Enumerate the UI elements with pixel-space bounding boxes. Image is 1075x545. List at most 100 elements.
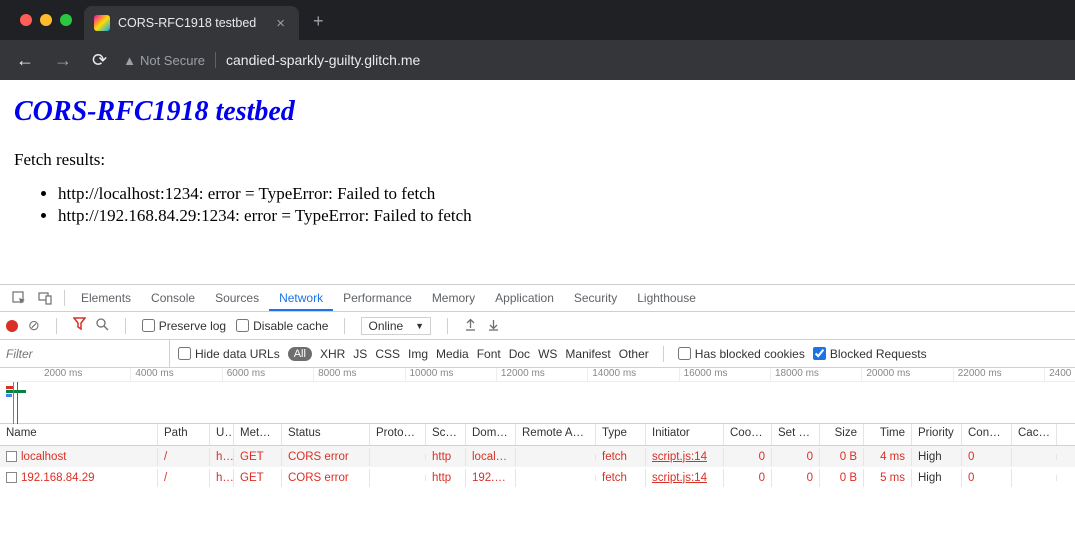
filter-icon[interactable]: [73, 317, 86, 334]
col-remote[interactable]: Remote Ad…: [516, 424, 596, 445]
tab-lighthouse[interactable]: Lighthouse: [627, 285, 706, 311]
col-status[interactable]: Status: [282, 424, 370, 445]
tab-console[interactable]: Console: [141, 285, 205, 311]
col-method[interactable]: Meth…: [234, 424, 282, 445]
timeline-tick: 2000 ms: [0, 368, 130, 381]
record-button[interactable]: [6, 320, 18, 332]
timeline-tick: 12000 ms: [496, 368, 587, 381]
preserve-log-checkbox[interactable]: Preserve log: [142, 319, 226, 333]
tab-sources[interactable]: Sources: [205, 285, 269, 311]
col-protocol[interactable]: Proto…: [370, 424, 426, 445]
col-domain[interactable]: Dom…: [466, 424, 516, 445]
results-list: http://localhost:1234: error = TypeError…: [14, 184, 1061, 226]
tab-application[interactable]: Application: [485, 285, 564, 311]
filter-manifest[interactable]: Manifest: [565, 347, 610, 361]
col-type[interactable]: Type: [596, 424, 646, 445]
security-status-label: Not Secure: [140, 53, 205, 68]
filter-img[interactable]: Img: [408, 347, 428, 361]
timeline-tick: 4000 ms: [130, 368, 221, 381]
tab-network[interactable]: Network: [269, 285, 333, 311]
filter-xhr[interactable]: XHR: [320, 347, 345, 361]
clear-button[interactable]: ⊘: [28, 317, 40, 334]
timeline-tick: 10000 ms: [405, 368, 496, 381]
tab-memory[interactable]: Memory: [422, 285, 485, 311]
timeline-overview[interactable]: 2000 ms 4000 ms 6000 ms 8000 ms 10000 ms…: [0, 368, 1075, 424]
has-blocked-cookies-label: Has blocked cookies: [695, 347, 805, 361]
browser-tab[interactable]: CORS-RFC1918 testbed ×: [84, 6, 299, 40]
col-time[interactable]: Time: [864, 424, 912, 445]
warning-icon: ▲: [123, 53, 136, 68]
download-har-icon[interactable]: [487, 318, 500, 334]
security-warning[interactable]: ▲ Not Secure: [123, 53, 205, 68]
preserve-log-label: Preserve log: [159, 319, 226, 333]
col-priority[interactable]: Priority: [912, 424, 962, 445]
col-url[interactable]: U…: [210, 424, 234, 445]
tab-performance[interactable]: Performance: [333, 285, 422, 311]
upload-har-icon[interactable]: [464, 318, 477, 334]
filter-ws[interactable]: WS: [538, 347, 557, 361]
filter-input[interactable]: [0, 340, 170, 367]
throttle-select[interactable]: Online ▼: [361, 317, 431, 335]
filter-js[interactable]: JS: [353, 347, 367, 361]
throttle-label: Online: [368, 319, 403, 333]
tab-elements[interactable]: Elements: [71, 285, 141, 311]
separator: [215, 52, 216, 68]
table-header[interactable]: Name Path U… Meth… Status Proto… Sc… Dom…: [0, 424, 1075, 446]
minimize-window-button[interactable]: [40, 14, 52, 26]
search-icon[interactable]: [96, 318, 109, 334]
browser-chrome: CORS-RFC1918 testbed × + ← → ⟳ ▲ Not Sec…: [0, 0, 1075, 80]
reload-button[interactable]: ⟳: [88, 46, 111, 75]
filter-all[interactable]: All: [288, 347, 312, 361]
blocked-requests-checkbox[interactable]: Blocked Requests: [813, 347, 927, 361]
filter-css[interactable]: CSS: [375, 347, 400, 361]
disable-cache-label: Disable cache: [253, 319, 328, 333]
network-filter-bar: Hide data URLs All XHR JS CSS Img Media …: [0, 340, 1075, 368]
col-size[interactable]: Size: [820, 424, 864, 445]
maximize-window-button[interactable]: [60, 14, 72, 26]
col-path[interactable]: Path: [158, 424, 210, 445]
timeline-marker: [17, 382, 18, 424]
col-name[interactable]: Name: [0, 424, 158, 445]
filter-media[interactable]: Media: [436, 347, 469, 361]
hide-data-urls-checkbox[interactable]: Hide data URLs: [178, 347, 280, 361]
browser-toolbar: ← → ⟳ ▲ Not Secure candied-sparkly-guilt…: [0, 40, 1075, 80]
tab-security[interactable]: Security: [564, 285, 627, 311]
close-tab-icon[interactable]: ×: [272, 15, 289, 32]
devtools-tab-bar: Elements Console Sources Network Perform…: [0, 285, 1075, 312]
table-row[interactable]: localhost/h…GETCORS errorhttplocal…fetch…: [0, 446, 1075, 467]
col-connection[interactable]: Conn…: [962, 424, 1012, 445]
col-setcookies[interactable]: Set C…: [772, 424, 820, 445]
close-window-button[interactable]: [20, 14, 32, 26]
table-row[interactable]: 192.168.84.29/h…GETCORS errorhttp192.…fe…: [0, 467, 1075, 488]
network-table: Name Path U… Meth… Status Proto… Sc… Dom…: [0, 424, 1075, 545]
filter-doc[interactable]: Doc: [509, 347, 530, 361]
forward-button[interactable]: →: [50, 46, 76, 75]
col-cookies[interactable]: Cook…: [724, 424, 772, 445]
timeline-bars: [6, 386, 26, 398]
address-bar[interactable]: ▲ Not Secure candied-sparkly-guilty.glit…: [123, 52, 420, 68]
window-controls: [8, 0, 84, 26]
col-scheme[interactable]: Sc…: [426, 424, 466, 445]
chevron-down-icon: ▼: [415, 321, 424, 331]
timeline-marker: [13, 382, 14, 424]
filter-other[interactable]: Other: [619, 347, 649, 361]
page-title: CORS-RFC1918 testbed: [14, 96, 1061, 128]
inspect-element-icon[interactable]: [6, 291, 32, 306]
network-toolbar: ⊘ Preserve log Disable cache Online ▼: [0, 312, 1075, 340]
results-label: Fetch results:: [14, 150, 1061, 170]
disable-cache-checkbox[interactable]: Disable cache: [236, 319, 328, 333]
hide-data-urls-label: Hide data URLs: [195, 347, 280, 361]
filter-font[interactable]: Font: [477, 347, 501, 361]
new-tab-button[interactable]: +: [299, 3, 338, 40]
device-mode-icon[interactable]: [32, 291, 58, 306]
has-blocked-cookies-checkbox[interactable]: Has blocked cookies: [678, 347, 805, 361]
col-cache[interactable]: Cac…: [1012, 424, 1057, 445]
col-initiator[interactable]: Initiator: [646, 424, 724, 445]
back-button[interactable]: ←: [12, 46, 38, 75]
timeline-tick: 18000 ms: [770, 368, 861, 381]
favicon-icon: [94, 15, 110, 31]
timeline-tick: 8000 ms: [313, 368, 404, 381]
timeline-tick: 6000 ms: [222, 368, 313, 381]
page-content: CORS-RFC1918 testbed Fetch results: http…: [0, 80, 1075, 244]
timeline-tick: 20000 ms: [861, 368, 952, 381]
